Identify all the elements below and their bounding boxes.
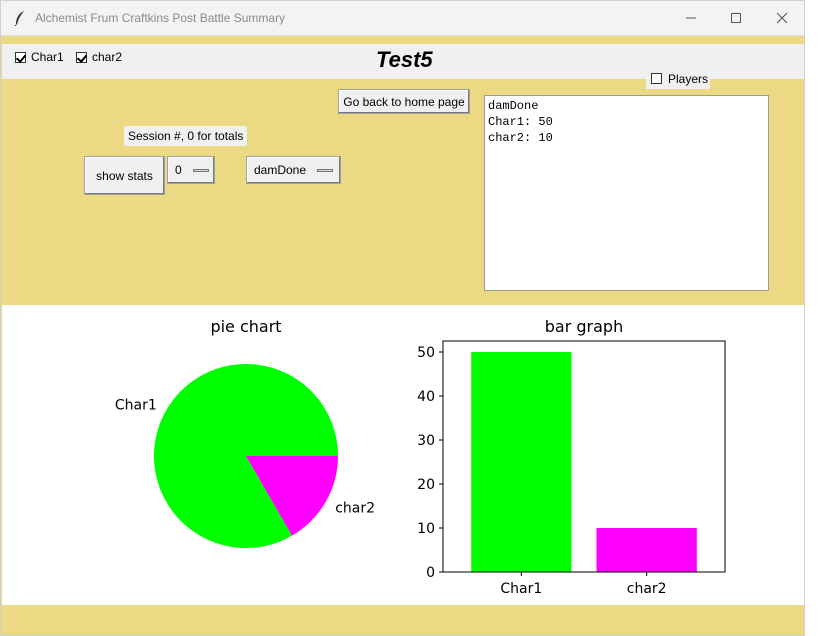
y-tick-label: 50 <box>417 345 435 361</box>
session-label: Session #, 0 for totals <box>124 126 248 146</box>
feather-icon <box>14 11 24 26</box>
app-window: Alchemist Frum Craftkins Post Battle Sum… <box>0 0 805 636</box>
stat-dropdown-value: damDone <box>254 163 307 177</box>
close-icon[interactable] <box>772 9 792 27</box>
checkbox-players-box[interactable] <box>651 73 662 84</box>
stat-dropdown[interactable]: damDone <box>246 156 341 184</box>
pie-chart-title: pie chart <box>210 317 281 336</box>
session-dropdown-value: 0 <box>175 163 182 177</box>
checkbox-players-label: Players <box>668 71 709 86</box>
session-dropdown[interactable]: 0 <box>167 156 215 184</box>
bar-chart-title: bar graph <box>545 317 623 336</box>
x-tick-label: Char1 <box>500 581 542 597</box>
pie-slice-label: Char1 <box>115 398 157 414</box>
pie-slice-label: char2 <box>335 501 375 517</box>
maximize-icon[interactable] <box>726 9 746 27</box>
charts-canvas: pie chart Char1 char2 bar graph Char1 char2 0 1… <box>115 317 726 597</box>
window-title: Alchemist Frum Craftkins Post Battle Sum… <box>35 11 286 25</box>
checkbox-char2-box[interactable] <box>76 51 87 63</box>
chart-figure: pie chart Char1 char2 bar graph Char1 char2 0 1… <box>2 305 804 605</box>
y-tick-label: 20 <box>417 477 435 493</box>
checkbox-char1[interactable]: Char1 <box>15 50 64 64</box>
checkbox-char1-label: Char1 <box>31 50 64 64</box>
bottom-strip <box>2 605 804 635</box>
y-tick-label: 0 <box>426 565 435 581</box>
y-tick-label: 30 <box>417 433 435 449</box>
checkbox-char2[interactable]: char2 <box>76 50 122 64</box>
minimize-icon[interactable] <box>681 9 701 27</box>
x-tick-label: char2 <box>627 581 667 597</box>
checkbox-char2-label: char2 <box>92 50 123 64</box>
y-tick-label: 10 <box>417 521 435 537</box>
textbox-line: char2: 10 <box>488 131 553 145</box>
dropdown-indicator-icon <box>193 169 209 172</box>
checkbox-char1-box[interactable] <box>15 51 26 63</box>
page-title: Test5 <box>376 47 433 72</box>
bar <box>596 528 697 572</box>
home-button[interactable]: Go back to home page <box>338 89 470 114</box>
dropdown-indicator-icon <box>317 169 333 172</box>
stats-textbox[interactable]: damDone Char1: 50 char2: 10 <box>484 95 769 291</box>
bar <box>471 352 572 572</box>
title-bar[interactable]: Alchemist Frum Craftkins Post Battle Sum… <box>1 1 804 36</box>
checkbox-players[interactable]: Players <box>646 68 710 89</box>
show-stats-button[interactable]: show stats <box>84 156 165 195</box>
textbox-line: Char1: 50 <box>488 115 553 129</box>
textbox-line: damDone <box>488 99 539 113</box>
y-tick-label: 40 <box>417 389 435 405</box>
